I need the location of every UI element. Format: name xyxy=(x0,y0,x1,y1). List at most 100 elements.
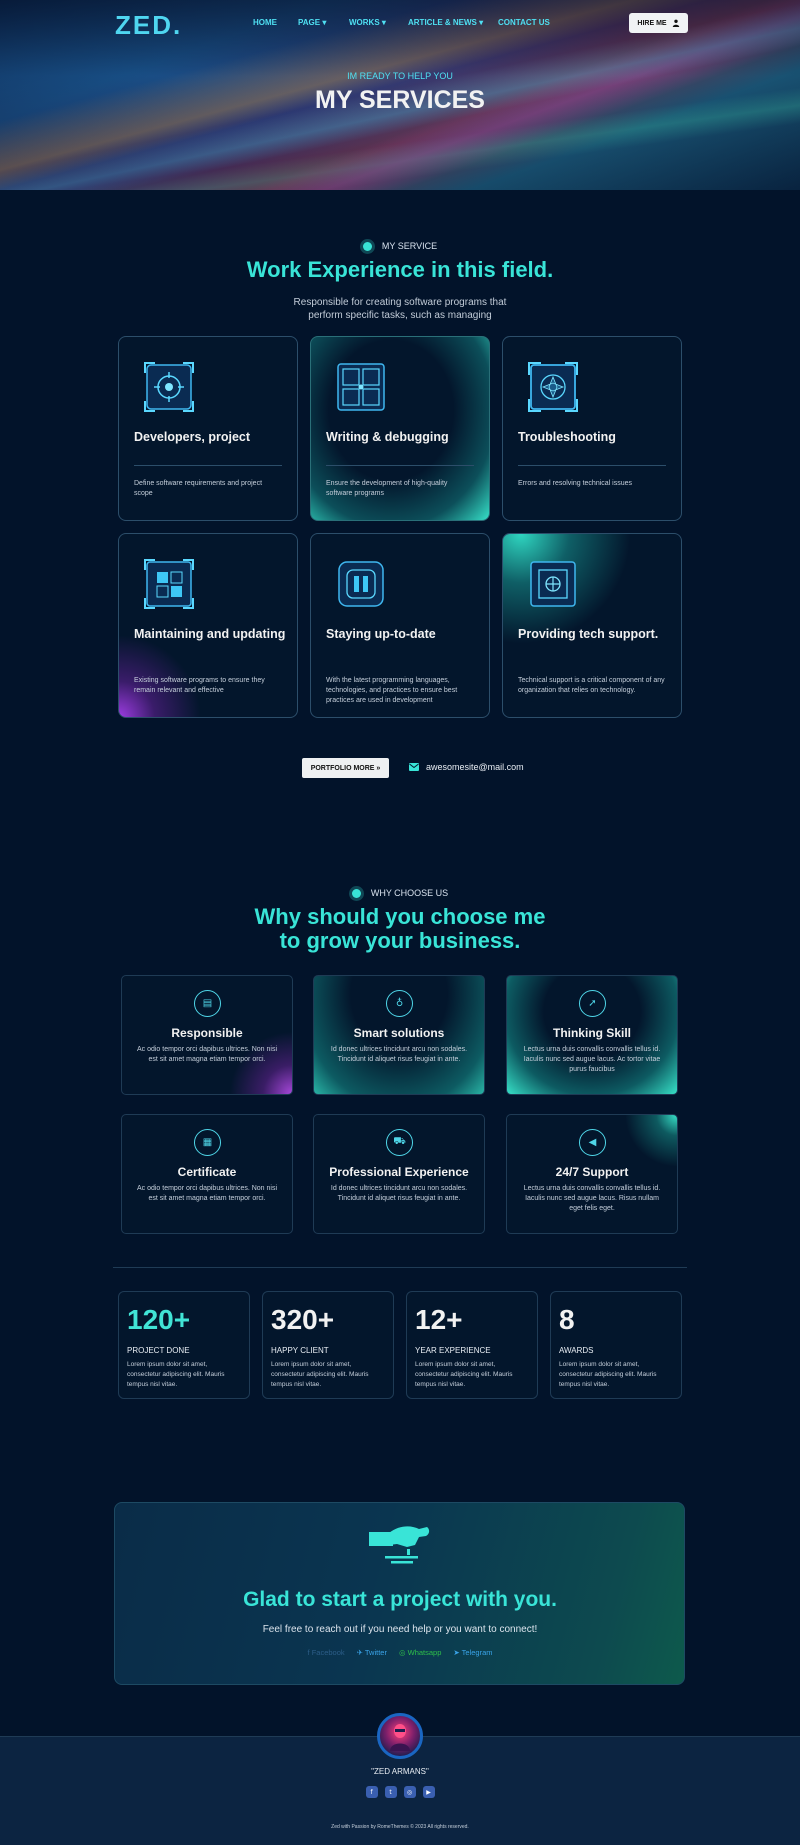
hero-subtitle: IM READY TO HELP YOU xyxy=(347,71,453,81)
twitter-label: Twitter xyxy=(364,1648,387,1657)
card-title: Providing tech support. xyxy=(518,627,659,641)
card-title: Developers, project xyxy=(134,430,251,444)
avatar xyxy=(377,1713,423,1759)
service-card-support: Providing tech support. Technical suppor… xyxy=(502,533,682,718)
user-icon xyxy=(672,19,679,27)
nav-home[interactable]: HOME xyxy=(253,18,277,27)
card-description: Errors and resolving technical issues xyxy=(518,480,632,487)
support-chip-icon xyxy=(530,561,576,607)
telegram-label: Telegram xyxy=(461,1648,493,1657)
chevron-down-icon: ▾ xyxy=(479,18,484,27)
why-card-responsible: ▤ Responsible Ac odio tempor orci dapibu… xyxy=(121,975,293,1095)
stat-label: AWARDS xyxy=(559,1346,594,1355)
whatsapp-link[interactable]: ◎ Whatsapp xyxy=(399,1648,441,1657)
nav-article-news[interactable]: ARTICLE & NEWS ▾ xyxy=(408,18,483,27)
grid-chip-icon xyxy=(337,363,385,411)
portfolio-more-label: PORTFOLIO MORE xyxy=(310,764,375,772)
section-divider xyxy=(113,1267,687,1268)
stat-projects: 120+ PROJECT DONE Lorem ipsum dolor sit … xyxy=(118,1291,250,1399)
card-divider xyxy=(518,465,666,466)
truck-icon: ⛟ xyxy=(386,1129,413,1156)
email-text: awesomesite@mail.com xyxy=(426,762,524,772)
stat-description: Lorem ipsum dolor sit amet, consectetur … xyxy=(271,1361,369,1388)
card-description: Define software requirements and project… xyxy=(134,480,263,497)
instagram-icon[interactable]: ◎ xyxy=(403,1786,416,1798)
why-card-description: Lectus urna duis convallis convallis tel… xyxy=(523,1185,661,1212)
tag-label: MY SERVICE xyxy=(381,241,438,251)
double-chevron-right-icon: » xyxy=(374,764,381,772)
chevron-down-icon: ▾ xyxy=(322,18,327,27)
why-card-title: 24/7 Support xyxy=(555,1165,629,1179)
megaphone-icon: ◀ xyxy=(579,1129,606,1156)
stat-number: 320+ xyxy=(271,1304,335,1335)
mail-icon xyxy=(409,763,419,771)
facebook-link[interactable]: f Facebook xyxy=(308,1648,345,1657)
chat-icon: ▤ xyxy=(194,990,221,1017)
dot-icon xyxy=(362,241,372,251)
why-card-title: Smart solutions xyxy=(353,1026,445,1040)
blocks-chip-icon xyxy=(144,559,194,609)
copyright: Zed with Passion by RomeThemes © 2023 Al… xyxy=(331,1824,469,1830)
logo[interactable]: ZED. xyxy=(115,10,182,41)
card-title: Troubleshooting xyxy=(518,430,616,444)
card-description: Ensure the development of high-quality s… xyxy=(326,480,448,497)
section-tag-my-service: MY SERVICE xyxy=(0,241,800,251)
section-tag-why: WHY CHOOSE US xyxy=(0,888,800,898)
portfolio-more-button[interactable]: PORTFOLIO MORE » xyxy=(302,758,389,778)
page-title: MY SERVICES xyxy=(315,86,485,114)
twitter-icon: ✈ xyxy=(356,1648,363,1657)
nav-page[interactable]: PAGE ▾ xyxy=(298,18,326,27)
person-portrait-icon xyxy=(390,1724,410,1751)
telegram-link[interactable]: ➤ Telegram xyxy=(453,1648,492,1657)
facebook-label: Facebook xyxy=(311,1648,345,1657)
why-card-description: Ac odio tempor orci dapibus ultrices. No… xyxy=(136,1185,278,1202)
why-card-title: Certificate xyxy=(177,1165,237,1179)
bulb-icon: ♁ xyxy=(386,990,413,1017)
stat-label: YEAR EXPERIENCE xyxy=(415,1346,491,1355)
youtube-icon[interactable]: ▶ xyxy=(422,1786,435,1798)
stat-experience: 12+ YEAR EXPERIENCE Lorem ipsum dolor si… xyxy=(406,1291,538,1399)
why-card-description: Lectus urna duis convallis convallis tel… xyxy=(523,1046,661,1073)
stat-description: Lorem ipsum dolor sit amet, consectetur … xyxy=(415,1361,513,1388)
nav-works[interactable]: WORKS ▾ xyxy=(349,18,386,27)
twitter-link[interactable]: ✈ Twitter xyxy=(357,1648,387,1657)
rocket-icon: ➚ xyxy=(579,990,606,1017)
stat-number: 120+ xyxy=(127,1304,191,1335)
footer-socials: f t ◎ ▶ xyxy=(0,1786,800,1798)
stat-label: HAPPY CLIENT xyxy=(271,1346,329,1355)
tag-label: WHY CHOOSE US xyxy=(370,888,449,898)
pause-chip-icon xyxy=(338,561,384,607)
why-card-title: Professional Experience xyxy=(329,1165,469,1179)
stat-description: Lorem ipsum dolor sit amet, consectetur … xyxy=(127,1361,225,1388)
stat-clients: 320+ HAPPY CLIENT Lorem ipsum dolor sit … xyxy=(262,1291,394,1399)
email-link[interactable]: awesomesite@mail.com xyxy=(409,762,524,772)
why-card-title: Thinking Skill xyxy=(552,1026,631,1040)
twitter-icon[interactable]: t xyxy=(384,1786,397,1798)
service-card-staying: Staying up-to-date With the latest progr… xyxy=(310,533,490,718)
why-heading-line1: Why should you choose me xyxy=(254,904,546,929)
stat-number: 12+ xyxy=(415,1304,463,1335)
facebook-icon[interactable]: f xyxy=(365,1786,378,1798)
card-divider xyxy=(326,465,474,466)
why-card-description: Id donec ultrices tincidunt arcu non sod… xyxy=(330,1046,468,1063)
certificate-icon: ▦ xyxy=(194,1129,221,1156)
card-title: Staying up-to-date xyxy=(326,627,436,641)
stat-description: Lorem ipsum dolor sit amet, consectetur … xyxy=(559,1361,657,1388)
why-card-smart: ♁ Smart solutions Id donec ultrices tinc… xyxy=(313,975,485,1095)
stat-number: 8 xyxy=(559,1304,575,1335)
target-chip-icon xyxy=(144,362,194,412)
chevron-down-icon: ▾ xyxy=(381,18,386,27)
stat-label: PROJECT DONE xyxy=(127,1346,190,1355)
why-heading-line2: to grow your business. xyxy=(279,928,521,953)
telegram-icon: ➤ xyxy=(453,1648,460,1657)
cta-social-links: f Facebook ✈ Twitter ◎ Whatsapp ➤ Telegr… xyxy=(0,1648,800,1657)
services-lead-line1: Responsible for creating software progra… xyxy=(293,297,507,308)
why-card-thinking: ➚ Thinking Skill Lectus urna duis conval… xyxy=(506,975,678,1095)
crosshair-chip-icon xyxy=(528,362,578,412)
cta-subtitle: Feel free to reach out if you need help … xyxy=(262,1624,538,1635)
why-card-title: Responsible xyxy=(171,1026,243,1040)
cta-title: Glad to start a project with you. xyxy=(243,1588,557,1611)
nav-contact[interactable]: CONTACT US xyxy=(498,18,550,27)
hire-me-label: HIRE ME xyxy=(637,19,667,27)
hire-me-button[interactable]: HIRE ME xyxy=(629,13,688,33)
